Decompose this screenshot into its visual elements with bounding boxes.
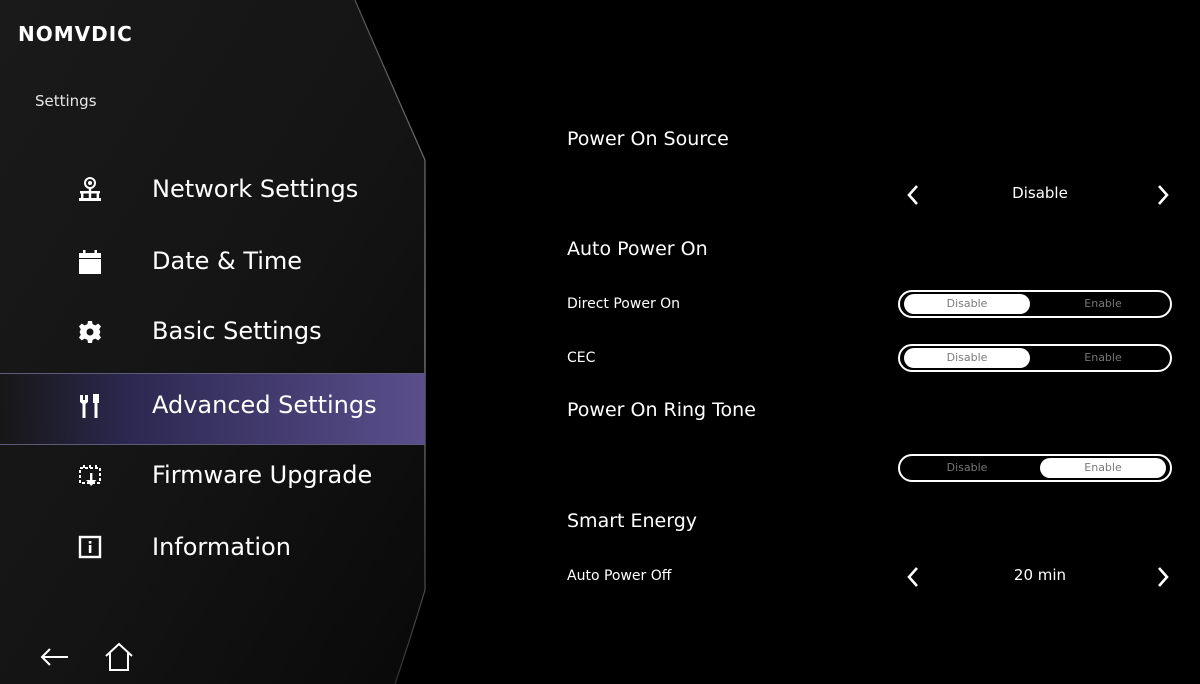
- gear-icon: [79, 321, 101, 343]
- calendar-icon: [79, 250, 101, 274]
- direct-power-on-toggle[interactable]: Disable Enable: [898, 290, 1172, 318]
- chevron-left-icon[interactable]: [900, 178, 926, 212]
- sidebar-item-label: Network Settings: [152, 175, 359, 203]
- power-on-ring-tone-toggle[interactable]: Disable Enable: [898, 454, 1172, 482]
- auto-power-off-label: Auto Power Off: [567, 568, 672, 584]
- home-icon[interactable]: [102, 640, 136, 674]
- sidebar-item-network-settings[interactable]: Network Settings: [0, 158, 425, 230]
- chevron-left-icon[interactable]: [900, 560, 926, 594]
- sidebar-item-label: Basic Settings: [152, 317, 322, 345]
- sidebar-item-information[interactable]: Information: [0, 516, 425, 588]
- sidebar-item-advanced-settings[interactable]: Advanced Settings: [0, 373, 425, 445]
- toggle-option-enable[interactable]: Enable: [1040, 348, 1166, 368]
- sidebar-item-firmware-upgrade[interactable]: Firmware Upgrade: [0, 444, 425, 516]
- brand-logo: NOMVDIC: [18, 22, 133, 46]
- chevron-right-icon[interactable]: [1150, 560, 1176, 594]
- firmware-icon: [79, 465, 101, 486]
- smart-energy-title: Smart Energy: [567, 510, 698, 532]
- toggle-option-enable[interactable]: Enable: [1040, 458, 1166, 478]
- auto-power-on-title: Auto Power On: [567, 238, 708, 260]
- toggle-option-disable[interactable]: Disable: [904, 294, 1030, 314]
- sidebar-header: Settings: [35, 92, 97, 110]
- cec-toggle[interactable]: Disable Enable: [898, 344, 1172, 372]
- sidebar-item-label: Advanced Settings: [152, 391, 377, 419]
- sidebar-item-label: Date & Time: [152, 247, 303, 275]
- tools-icon: [80, 394, 99, 418]
- sidebar-item-basic-settings[interactable]: Basic Settings: [0, 300, 425, 372]
- power-on-ring-tone-title: Power On Ring Tone: [567, 399, 756, 421]
- auto-power-off-value: 20 min: [1013, 566, 1067, 584]
- sidebar-item-label: Firmware Upgrade: [152, 461, 373, 489]
- cec-label: CEC: [567, 350, 596, 366]
- back-arrow-icon[interactable]: [38, 640, 72, 674]
- toggle-option-disable[interactable]: Disable: [904, 348, 1030, 368]
- sidebar-item-label: Information: [152, 533, 291, 561]
- power-on-source-value: Disable: [1012, 184, 1068, 202]
- info-icon: [78, 535, 102, 559]
- network-icon: [79, 177, 101, 201]
- direct-power-on-label: Direct Power On: [567, 296, 681, 312]
- toggle-option-disable[interactable]: Disable: [904, 458, 1030, 478]
- power-on-source-title: Power On Source: [567, 128, 729, 150]
- chevron-right-icon[interactable]: [1150, 178, 1176, 212]
- toggle-option-enable[interactable]: Enable: [1040, 294, 1166, 314]
- sidebar-item-date-time[interactable]: Date & Time: [0, 230, 425, 302]
